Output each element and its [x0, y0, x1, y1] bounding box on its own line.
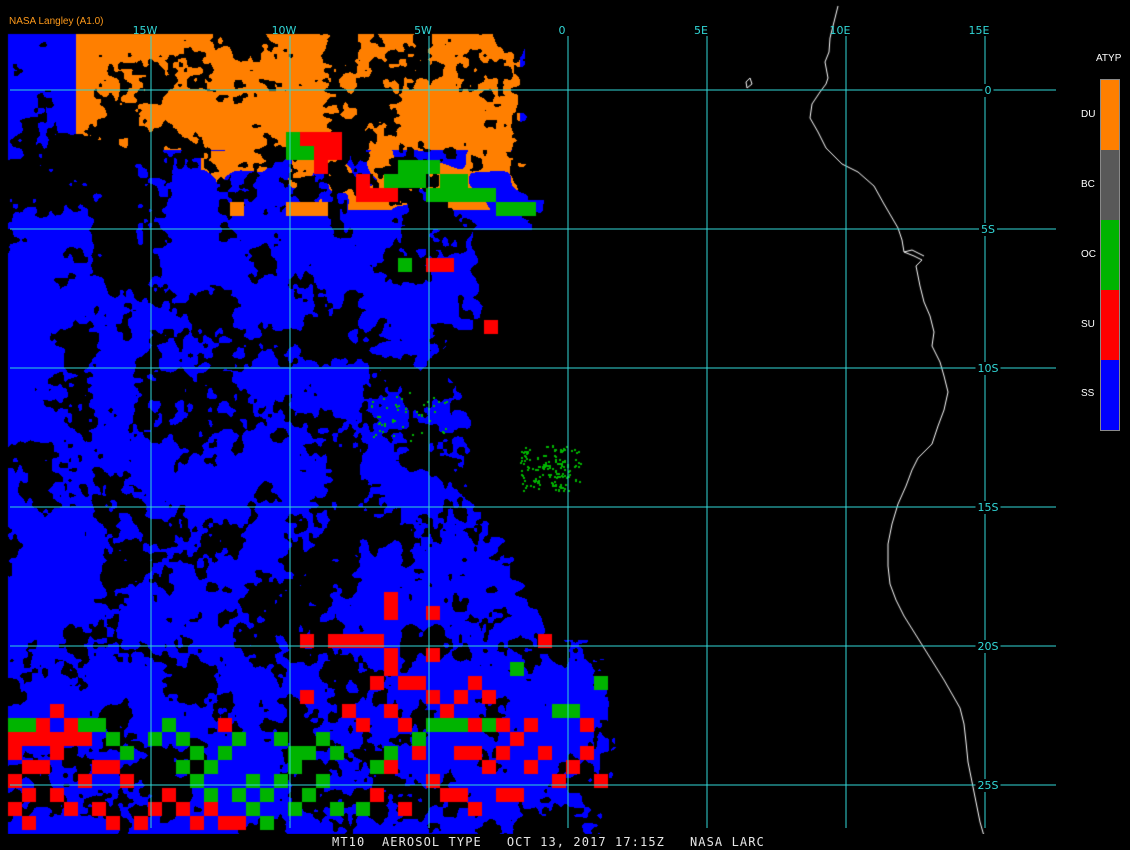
legend-swatch-su	[1101, 290, 1119, 360]
legend-label-bc: BC	[1081, 179, 1095, 190]
latitude-label: 25S	[978, 779, 999, 792]
footer-bar: MT10 AEROSOL TYPE OCT 13, 2017 17:15Z NA…	[0, 834, 1130, 850]
legend-label-du: DU	[1081, 109, 1096, 120]
map-grid: 15W 10W 5W 0 5E 10E 15E 0 5S 10S 15S 20S 25S	[10, 24, 1056, 828]
legend-swatch-ss	[1101, 360, 1119, 430]
latitude-label: 0	[985, 84, 992, 97]
longitude-label: 15W	[133, 24, 158, 37]
latitude-label: 5S	[981, 223, 995, 236]
legend-label-ss: SS	[1081, 388, 1095, 399]
latitude-label: 10S	[978, 362, 999, 375]
latitude-label: 15S	[978, 501, 999, 514]
legend-title: ATYP	[1096, 53, 1122, 64]
legend-label-oc: OC	[1081, 249, 1096, 260]
legend-swatch-bc	[1101, 150, 1119, 220]
longitude-label: 5W	[414, 24, 432, 37]
longitude-label: 10W	[272, 24, 297, 37]
longitude-label: 5E	[694, 24, 708, 37]
latitude-label: 20S	[978, 640, 999, 653]
legend-label-su: SU	[1081, 319, 1095, 330]
longitude-label: 10E	[830, 24, 851, 37]
longitude-label: 0	[559, 24, 566, 37]
legend-swatch-du	[1101, 80, 1119, 150]
credit-label: NASA Langley (A1.0)	[9, 16, 104, 27]
legend-color-bar	[1100, 79, 1120, 431]
legend-swatch-oc	[1101, 220, 1119, 290]
footer-caption: MT10 AEROSOL TYPE OCT 13, 2017 17:15Z NA…	[332, 835, 765, 849]
longitude-label: 15E	[969, 24, 990, 37]
